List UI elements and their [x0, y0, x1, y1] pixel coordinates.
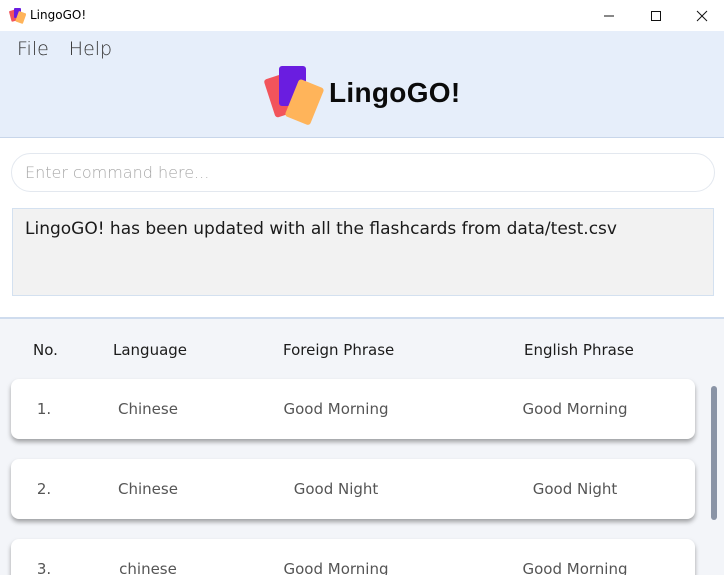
command-input[interactable] [11, 153, 715, 192]
menu-file[interactable]: File [17, 38, 49, 60]
row-english-phrase: Good Night [532, 480, 618, 498]
row-language: Chinese [118, 480, 178, 498]
menu-help[interactable]: Help [69, 38, 112, 60]
row-english-phrase: Good Morning [522, 400, 628, 418]
logo-text: LingoGO! [329, 77, 461, 108]
maximize-icon [651, 10, 661, 21]
maximize-button[interactable] [633, 0, 679, 31]
row-number: 3. [36, 560, 52, 575]
row-foreign-phrase: Good Morning [283, 400, 389, 418]
menu-bar: File Help [17, 38, 112, 60]
row-language: Chinese [118, 400, 178, 418]
flashcard-row[interactable]: 2. Chinese Good Night Good Night [11, 459, 695, 519]
row-language: chinese [119, 560, 177, 575]
list-scrollbar[interactable] [711, 386, 717, 520]
row-foreign-phrase: Good Night [293, 480, 379, 498]
lingogo-logo-icon [264, 66, 324, 125]
row-foreign-phrase: Good Morning [283, 560, 389, 575]
minimize-button[interactable] [586, 0, 632, 31]
row-english-phrase: Good Morning [522, 560, 628, 575]
window-title: LingoGO! [30, 8, 87, 22]
row-number: 1. [36, 400, 52, 418]
minimize-icon [604, 15, 614, 16]
title-bar: LingoGO! [0, 0, 724, 31]
header-no: No. [33, 341, 58, 359]
flashcard-row[interactable]: 1. Chinese Good Morning Good Morning [11, 379, 695, 439]
app-logo-icon [9, 8, 26, 24]
header-foreign-phrase: Foreign Phrase [283, 341, 395, 359]
header-english-phrase: English Phrase [524, 341, 634, 359]
close-button[interactable] [679, 0, 724, 31]
flashcard-row[interactable]: 3. chinese Good Morning Good Morning [11, 539, 695, 575]
result-display: LingoGO! has been updated with all the f… [12, 208, 714, 296]
close-icon [696, 10, 708, 21]
header-language: Language [113, 341, 188, 359]
row-number: 2. [36, 480, 52, 498]
